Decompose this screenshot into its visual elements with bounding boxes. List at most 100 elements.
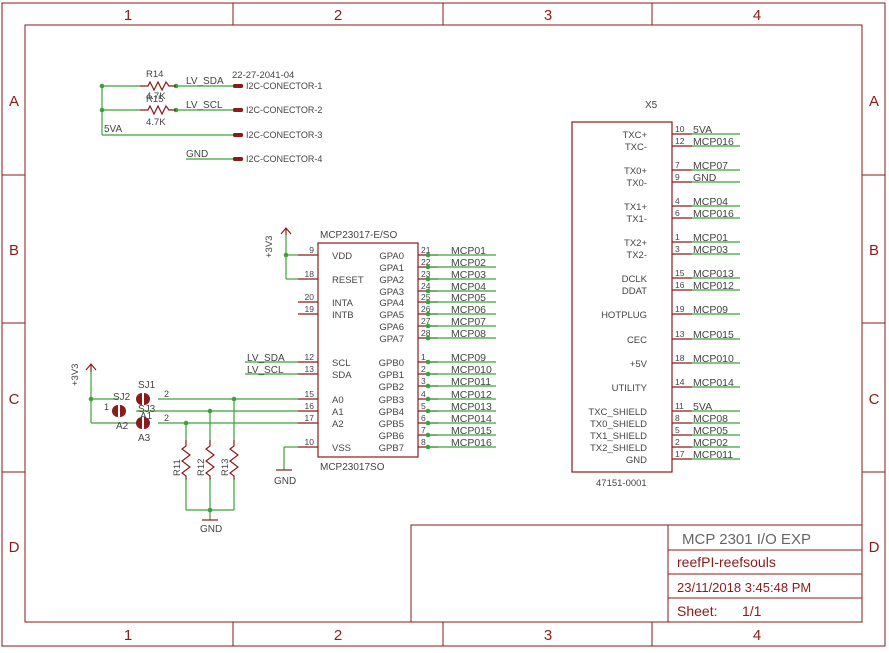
ic-right-pin-number: 1 (421, 352, 426, 362)
title-block-date: 23/11/2018 3:45:48 PM (677, 580, 811, 595)
ic-gnd-label: GND (274, 476, 296, 487)
col-label-bottom-4: 4 (753, 627, 761, 644)
ic-left-pin-number: 18 (305, 269, 315, 279)
ic-right-net-label: MCP016 (451, 437, 492, 449)
ic-right-net-label: MCP010 (451, 364, 492, 376)
ic-net-lv-scl: LV_SCL (247, 365, 284, 376)
x5-pin-number: 12 (675, 136, 685, 146)
x5-pin-name: HOTPLUG (601, 310, 647, 321)
ic-right-pin-name: GPA5 (379, 310, 404, 321)
ic-right-junction (425, 420, 431, 426)
ic-right-pin-number: 2 (421, 364, 426, 374)
ic-name: MCP23017-E/SO (320, 230, 397, 241)
col-label-bottom-1: 1 (124, 627, 132, 644)
x5-pin-name: CEC (627, 335, 647, 346)
ic-left-pin-number: 17 (305, 413, 315, 423)
resistor-r12-label: R12 (196, 459, 207, 476)
x5-pin-number: 13 (675, 329, 685, 339)
address-section: +3V3 GND SJ1 SJ2 SJ3 1 2 2 A1 A2 A3 R11 … (70, 363, 298, 535)
ic-right-pin-name: GPB3 (379, 395, 404, 406)
row-label-right-a: A (869, 93, 879, 110)
ic-right-pin-name: GPA3 (379, 287, 404, 298)
ic-right-pin-name: GPB0 (379, 358, 404, 369)
ic-value: MCP23017SO (320, 462, 385, 473)
ic-right-pin-number: 22 (421, 257, 431, 267)
ic-right-net-label: MCP01 (451, 245, 486, 257)
i2c-part-number: 22-27-2041-04 (232, 70, 294, 81)
row-label-right-d: D (869, 539, 880, 556)
ic-right-junction (425, 383, 431, 389)
x5-net-label: MCP016 (693, 208, 734, 220)
jumper-pin-1: 1 (104, 402, 109, 412)
x5-net-label: 5VA (693, 401, 712, 413)
ic-right-net-label: MCP013 (451, 401, 492, 413)
x5-net-label: MCP07 (693, 160, 728, 172)
ic-right-net-label: MCP05 (451, 292, 486, 304)
x5-net-label: MCP08 (693, 413, 728, 425)
ic-right-pin-name: GPA7 (379, 334, 404, 345)
ic-left-pin-name: A0 (332, 395, 344, 406)
x5-pin-name: TXC- (625, 142, 647, 153)
ic-right-net-label: MCP06 (451, 304, 486, 316)
ic-right-pin-number: 4 (421, 389, 426, 399)
address-gnd-label: GND (200, 524, 222, 535)
r14-name: R14 (146, 69, 163, 80)
ic-right-junction (425, 371, 431, 377)
x5-pin-name: +5V (630, 359, 648, 370)
x5-pin-number: 15 (675, 268, 685, 278)
x5-pin-number: 7 (675, 160, 680, 170)
resistor-r11-label: R11 (172, 459, 183, 476)
ic-right-pin-number: 26 (421, 304, 431, 314)
x5-pin-number: 10 (675, 124, 685, 134)
x5-net-label: GND (693, 172, 717, 184)
x5-net-label: MCP016 (693, 136, 734, 148)
ic-left-pin-number: 16 (305, 401, 315, 411)
x5-pin-name: TX1_SHIELD (590, 431, 647, 442)
x5-net-label: MCP02 (693, 437, 728, 449)
x5-net-label: MCP011 (693, 449, 733, 461)
x5-pin-number: 6 (675, 208, 680, 218)
title-block-project: reefPI-reefsouls (677, 554, 776, 570)
x5-pin-name: GND (626, 455, 647, 466)
x5-pin-number: 2 (675, 437, 680, 447)
ic-right-pin-name: GPB5 (379, 419, 404, 430)
ic-right-net-label: MCP012 (451, 389, 492, 401)
jumper-sj2-label: SJ2 (113, 392, 131, 403)
ic-left-pin-name: INTB (332, 310, 354, 321)
ic-right-net-label: MCP09 (451, 352, 486, 364)
connector-name: X5 (645, 100, 658, 111)
x5-pin-name: TX2- (626, 250, 647, 261)
ic-left-pin-number: 19 (305, 304, 315, 314)
ic-right-pin-name: GPB7 (379, 443, 404, 454)
resistor-r13-label: R13 (220, 459, 231, 476)
x5-pin-number: 17 (675, 449, 685, 459)
x5-net-label: MCP09 (693, 304, 728, 316)
mcp23017-ic: MCP23017-E/SO MCP23017SO 9VDD18RESET20IN… (245, 227, 496, 487)
ic-right-junction (425, 359, 431, 365)
ic-right-pin-name: GPA0 (379, 251, 404, 262)
ic-right-net-label: MCP08 (451, 328, 486, 340)
ic-right-pin-number: 8 (421, 437, 426, 447)
ic-right-pin-number: 5 (421, 401, 426, 411)
ic-right-junction (425, 444, 431, 450)
x5-net-label: 5VA (693, 124, 712, 136)
ic-right-pin-number: 23 (421, 269, 431, 279)
ic-power-label: +3V3 (264, 236, 275, 258)
row-label-left-b: B (9, 242, 19, 259)
x5-net-label: MCP01 (693, 232, 728, 244)
row-label-right-b: B (869, 242, 879, 259)
ic-right-junction (425, 432, 431, 438)
ic-left-pin-name: SDA (332, 370, 352, 381)
x5-pin-number: 9 (675, 172, 680, 182)
x5-pin-name: DCLK (622, 274, 648, 285)
x5-connector: X5 47151-0001 10TXC+ 5VA12TXC- MCP0167TX0+… (571, 100, 740, 489)
ic-right-net-label: MCP03 (451, 269, 486, 281)
col-label-bottom-3: 3 (544, 627, 552, 644)
x5-pin-name: DDAT (622, 286, 647, 297)
net-label-gnd: GND (186, 149, 208, 160)
row-label-left-a: A (9, 93, 19, 110)
row-label-right-c: C (869, 391, 880, 408)
ic-right-pin-name: GPA1 (379, 263, 404, 274)
col-label-top-1: 1 (124, 7, 132, 24)
col-label-top-3: 3 (544, 7, 552, 24)
